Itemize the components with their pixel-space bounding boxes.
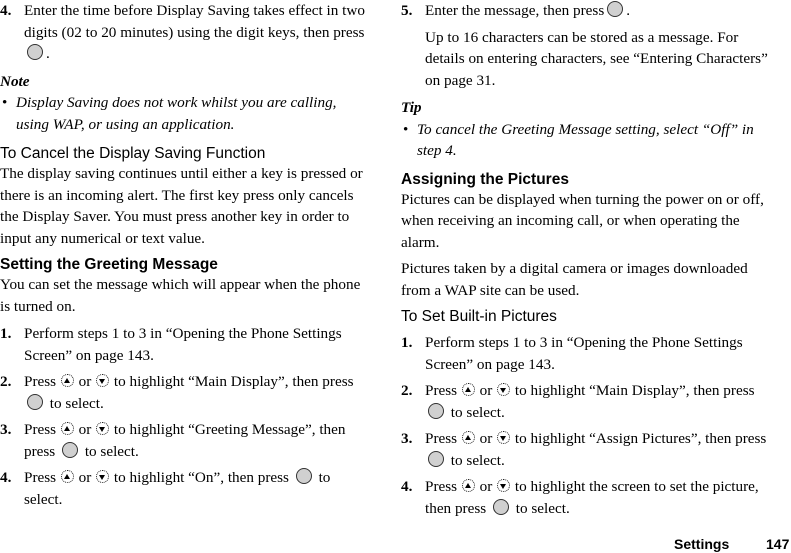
tip-block: Tip • To cancel the Greeting Message set… [401,97,771,162]
step-text: Perform steps 1 to 3 in “Opening the Pho… [425,334,743,373]
step-text: or [78,373,92,390]
tip-text: To cancel the Greeting Message setting, … [417,120,754,160]
step-text: Press [425,382,458,399]
assigning-pictures-heading: Assigning the Pictures [401,170,569,188]
center-key-icon [27,393,43,410]
down-key-icon [96,374,110,387]
center-key-icon [428,402,444,419]
step-text: to highlight “On”, then press [113,469,289,486]
greeting-message-body: You can set the message which will appea… [0,276,361,315]
left-column: 4. Enter the time before Display Saving … [0,0,366,510]
center-key-icon [492,498,509,515]
note-block: Note • Display Saving does not work whil… [0,71,366,136]
step-text: or [78,421,92,438]
note-label: Note [0,72,30,90]
down-key-icon [497,479,511,492]
footer-section-title: Settings [674,536,730,552]
step-number: 2. [401,382,413,399]
step-number: 5. [401,2,413,19]
greeting-step-3: 3. Press or to highlight “Greeting Messa… [0,419,366,462]
step-number: 4. [0,2,12,19]
center-key-icon [27,44,43,60]
step-number: 1. [0,325,12,342]
up-key-icon [461,431,475,444]
step-text: Enter the time before Display Saving tak… [24,2,365,41]
tip-label: Tip [401,99,422,116]
step-text-end: . [626,2,631,19]
step-text: to highlight “Main Display”, then press [514,382,755,399]
greeting-step-5: 5. Enter the message, then press. Up to … [401,0,771,91]
step-text: or [78,469,92,486]
step-number: 3. [401,430,413,447]
down-key-icon [96,422,110,435]
step-text: to select. [515,499,570,517]
center-key-icon [295,468,312,484]
step-text: to select. [49,394,104,412]
built-in-pictures-heading: To Set Built-in Pictures [401,308,557,325]
up-key-icon [60,374,74,387]
down-key-icon [96,470,110,483]
greeting-step-4: 4. Press or to highlight “On”, then pres… [0,467,366,510]
pictures-step-1: 1. Perform steps 1 to 3 in “Opening the … [401,332,771,375]
step-text: Press [24,421,57,438]
step-text: or [479,478,493,495]
down-key-icon [497,383,511,396]
center-key-icon [62,441,79,458]
tip-bullet: • To cancel the Greeting Message setting… [401,119,771,162]
step-text: to highlight “Main Display”, then press [113,373,354,390]
up-key-icon [461,383,475,396]
greeting-step-1: 1. Perform steps 1 to 3 in “Opening the … [0,323,366,366]
step-text: to select. [84,442,139,460]
step-number: 2. [0,373,12,390]
pictures-step-3: 3. Press or to highlight “Assign Picture… [401,428,771,471]
footer-page-number: 147 [766,536,790,552]
step-text: Press [425,478,458,495]
step-number: 4. [0,469,12,486]
step-number: 1. [401,334,413,351]
step-text: to select. [450,451,505,469]
up-key-icon [461,479,475,492]
step-number: 4. [401,478,413,495]
up-key-icon [60,470,74,483]
step-text: Press [24,469,57,486]
step-text: or [479,430,493,447]
greeting-message-heading: Setting the Greeting Message [0,256,218,273]
up-key-icon [60,422,74,435]
step-text: Perform steps 1 to 3 in “Opening the Pho… [24,325,342,364]
down-key-icon [497,431,511,444]
cancel-display-saving-heading: To Cancel the Display Saving Function [0,145,266,162]
bullet-icon: • [2,94,8,111]
step-text: Press [425,430,458,447]
pictures-step-2: 2. Press or to highlight “Main Display”,… [401,380,771,423]
greeting-step-2: 2. Press or to highlight “Main Display”,… [0,371,366,414]
center-key-icon [607,1,624,17]
display-saving-step-4: 4. Enter the time before Display Saving … [0,0,366,65]
step-text: to highlight “Assign Pictures”, then pre… [514,430,767,447]
cancel-display-saving-body: The display saving continues until eithe… [0,165,363,247]
center-key-icon [428,450,444,467]
step-text: to highlight the screen to set the pictu… [425,478,759,517]
right-column: 5. Enter the message, then press. Up to … [401,0,771,519]
note-text: Display Saving does not work whilst you … [16,94,337,133]
step-text: or [479,382,493,399]
bullet-icon: • [403,120,409,138]
step-text: to select. [450,403,505,421]
assigning-pictures-body-2: Pictures taken by a digital camera or im… [401,260,748,299]
step-5-detail: Up to 16 characters can be stored as a m… [425,28,768,89]
pictures-step-4: 4. Press or to highlight the screen to s… [401,476,771,519]
assigning-pictures-body-1: Pictures can be displayed when turning t… [401,190,764,251]
step-text: Enter the message, then press [425,2,605,19]
step-text-end: . [46,45,50,62]
note-bullet: • Display Saving does not work whilst yo… [0,92,366,135]
step-text: Press [24,373,57,390]
step-number: 3. [0,421,12,438]
